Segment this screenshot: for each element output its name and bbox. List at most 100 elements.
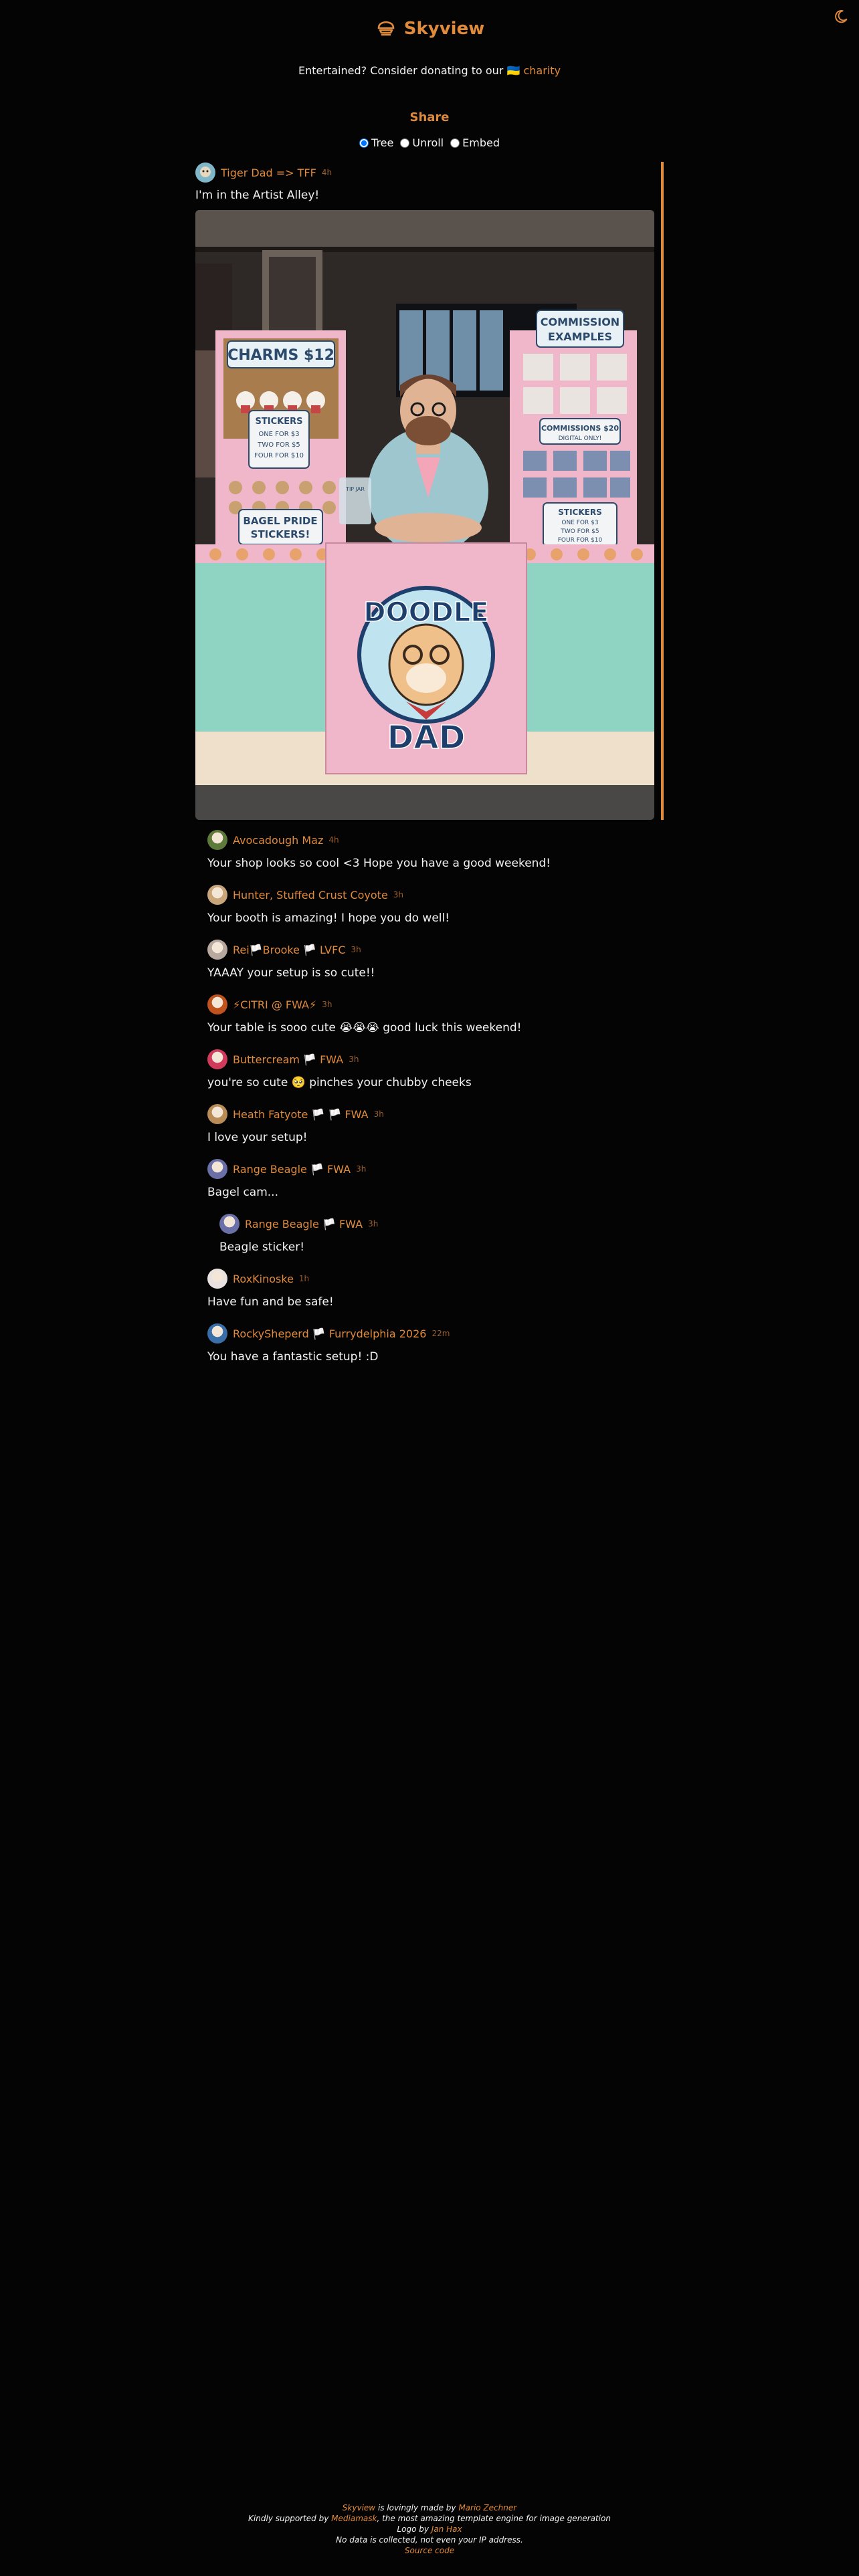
footer-logo-author-link[interactable]: Jan Hax — [432, 2525, 462, 2534]
footer-author-link[interactable]: Mario Zechner — [458, 2503, 516, 2512]
reply-author[interactable]: Range Beagle 🏳️ FWA — [233, 1163, 351, 1176]
post-header: Tiger Dad => TFF 4h — [195, 162, 656, 183]
tree-radio[interactable] — [359, 138, 369, 148]
tree-label: Tree — [371, 136, 394, 149]
stickers-price-2: TWO FOR $5 — [257, 441, 300, 449]
reply: Buttercream 🏳️ FWA 3h you're so cute 🥺 pin… — [207, 1049, 664, 1089]
reply-text: you're so cute 🥺 pinches your chubby che… — [207, 1076, 472, 1089]
unroll-label: Unroll — [412, 136, 444, 149]
reply-text: You have a fantastic setup! :D — [207, 1350, 379, 1364]
charity-link[interactable]: 🇺🇦 charity — [506, 64, 561, 77]
reply: RockySheperd 🏳️ Furrydelphia 2026 22m You … — [207, 1323, 664, 1364]
reply: ⚡CITRI @ FWA⚡ 3h Your table is sooo cute 😭… — [207, 994, 664, 1035]
stickers-price-3: FOUR FOR $10 — [254, 452, 304, 459]
post-image[interactable]: CHARMS $12 STICKERS ONE FOR $3 TWO FOR $… — [195, 210, 654, 820]
reply-author[interactable]: ⚡CITRI @ FWA⚡ — [233, 998, 316, 1011]
reply-time: 1h — [298, 1274, 310, 1283]
tip-jar-label: TIP JAR — [345, 486, 365, 492]
reply-text: I love your setup! — [207, 1131, 308, 1144]
footer-line-2: Kindly supported by Mediamask, the most … — [0, 2513, 859, 2524]
reply-text: YAAAY your setup is so cute!! — [207, 966, 375, 980]
stickers-sign-title: STICKERS — [256, 417, 303, 427]
footer-privacy: No data is collected, not even your IP a… — [336, 2535, 523, 2545]
share-option-embed[interactable]: Embed — [450, 136, 500, 149]
reply-author[interactable]: Range Beagle 🏳️ FWA — [245, 1218, 363, 1230]
post-time: 4h — [321, 168, 332, 177]
site-brand[interactable]: Skyview — [375, 17, 484, 40]
reply-time: 3h — [349, 1055, 359, 1064]
reply-text: Your booth is amazing! I hope you do wel… — [207, 911, 450, 925]
donate-banner: Entertained? Consider donating to our 🇺🇦… — [0, 64, 859, 77]
post-text: I'm in the Artist Alley! — [195, 189, 320, 202]
bagel-sign-2: STICKERS! — [251, 528, 310, 540]
reply-header: Hunter, Stuffed Crust Coyote 3h — [207, 884, 664, 905]
reply-author[interactable]: Hunter, Stuffed Crust Coyote — [233, 889, 388, 901]
reply-header: Buttercream 🏳️ FWA 3h — [207, 1049, 664, 1070]
commissions-note: DIGITAL ONLY! — [559, 435, 602, 442]
avatar[interactable] — [207, 940, 227, 960]
reply-text: Have fun and be safe! — [207, 1295, 334, 1309]
reply: Range Beagle 🏳️ FWA 3h Bagel cam... — [207, 1158, 664, 1199]
reply-header: ⚡CITRI @ FWA⚡ 3h — [207, 994, 664, 1015]
commission-sign-2: EXAMPLES — [548, 330, 612, 343]
cloud-logo-icon — [377, 21, 395, 36]
reply-header: Range Beagle 🏳️ FWA 3h — [207, 1158, 664, 1180]
reply-header: RockySheperd 🏳️ Furrydelphia 2026 22m — [207, 1323, 664, 1344]
reply-author[interactable]: Heath Fatyote 🏳️ 🏳️ FWA — [233, 1108, 369, 1121]
embed-radio[interactable] — [450, 138, 460, 148]
stickers-right-3: FOUR FOR $10 — [558, 537, 603, 544]
commission-sign-1: COMMISSION — [541, 316, 619, 328]
reply-time: 3h — [373, 1109, 384, 1119]
reply-text: Your table is sooo cute 😭😭😭 good luck th… — [207, 1021, 522, 1035]
stickers-right-1: ONE FOR $3 — [561, 520, 598, 526]
reply-author[interactable]: RockySheperd 🏳️ Furrydelphia 2026 — [233, 1327, 426, 1340]
footer-support-suffix: , the most amazing template engine for i… — [377, 2514, 611, 2523]
embed-label: Embed — [462, 136, 500, 149]
footer-mediamask-link[interactable]: Mediamask — [331, 2514, 377, 2523]
footer-skyview-link[interactable]: Skyview — [343, 2503, 375, 2512]
reply-time: 3h — [393, 890, 404, 899]
share-option-unroll[interactable]: Unroll — [400, 136, 444, 149]
reply: Rei🏳️Brooke 🏳️ LVFC 3h YAAAY your setup is… — [207, 939, 664, 980]
footer-logo-text: Logo by — [397, 2525, 429, 2534]
bagel-sign-1: BAGEL PRIDE — [243, 515, 317, 527]
share-option-tree[interactable]: Tree — [359, 136, 393, 149]
avatar[interactable] — [207, 1049, 227, 1069]
reply-header: Avocadough Maz 4h — [207, 829, 664, 851]
reply: Heath Fatyote 🏳️ 🏳️ FWA 3h I love your set… — [207, 1103, 664, 1144]
reply-time: 3h — [351, 945, 361, 954]
reply-author[interactable]: Rei🏳️Brooke 🏳️ LVFC — [233, 944, 346, 956]
site-footer: Skyview is lovingly made by Mario Zechne… — [0, 2502, 859, 2556]
reply-text: Bagel cam... — [207, 1186, 278, 1199]
reply: Avocadough Maz 4h Your shop looks so cool … — [207, 829, 664, 870]
footer-credit-text: is lovingly made by — [377, 2503, 456, 2512]
reply-author[interactable]: Buttercream 🏳️ FWA — [233, 1053, 343, 1066]
reply: Hunter, Stuffed Crust Coyote 3h Your booth… — [207, 884, 664, 925]
reply-header: Heath Fatyote 🏳️ 🏳️ FWA 3h — [207, 1103, 664, 1125]
avatar[interactable] — [207, 1269, 227, 1289]
avatar[interactable] — [207, 885, 227, 905]
avatar[interactable] — [219, 1214, 240, 1234]
post-author[interactable]: Tiger Dad => TFF — [221, 167, 316, 179]
avatar[interactable] — [207, 1104, 227, 1124]
reply-time: 3h — [322, 1000, 332, 1009]
thread: Tiger Dad => TFF 4h I'm in the Artist Al… — [195, 162, 664, 1378]
footer-source-link[interactable]: Source code — [405, 2546, 454, 2555]
reply-author[interactable]: RoxKinoske — [233, 1273, 294, 1285]
stickers-right-2: TWO FOR $5 — [560, 528, 599, 535]
avatar[interactable] — [207, 1159, 227, 1179]
reply-header: Rei🏳️Brooke 🏳️ LVFC 3h — [207, 939, 664, 960]
reply: Range Beagle 🏳️ FWA 3h Beagle sticker! — [207, 1213, 664, 1254]
avatar[interactable] — [207, 1323, 227, 1344]
commissions-price: COMMISSIONS $20 — [541, 424, 619, 433]
avatar[interactable] — [207, 830, 227, 850]
banner-doodle: DOODLE — [363, 597, 488, 628]
replies-list: Avocadough Maz 4h Your shop looks so cool … — [195, 829, 664, 1364]
site-header: Skyview — [0, 17, 859, 43]
footer-support-text: Kindly supported by — [248, 2514, 329, 2523]
avatar[interactable] — [207, 994, 227, 1014]
avatar[interactable] — [195, 163, 215, 183]
donate-text: Entertained? Consider donating to our — [298, 64, 504, 77]
unroll-radio[interactable] — [400, 138, 410, 148]
reply-author[interactable]: Avocadough Maz — [233, 834, 323, 847]
